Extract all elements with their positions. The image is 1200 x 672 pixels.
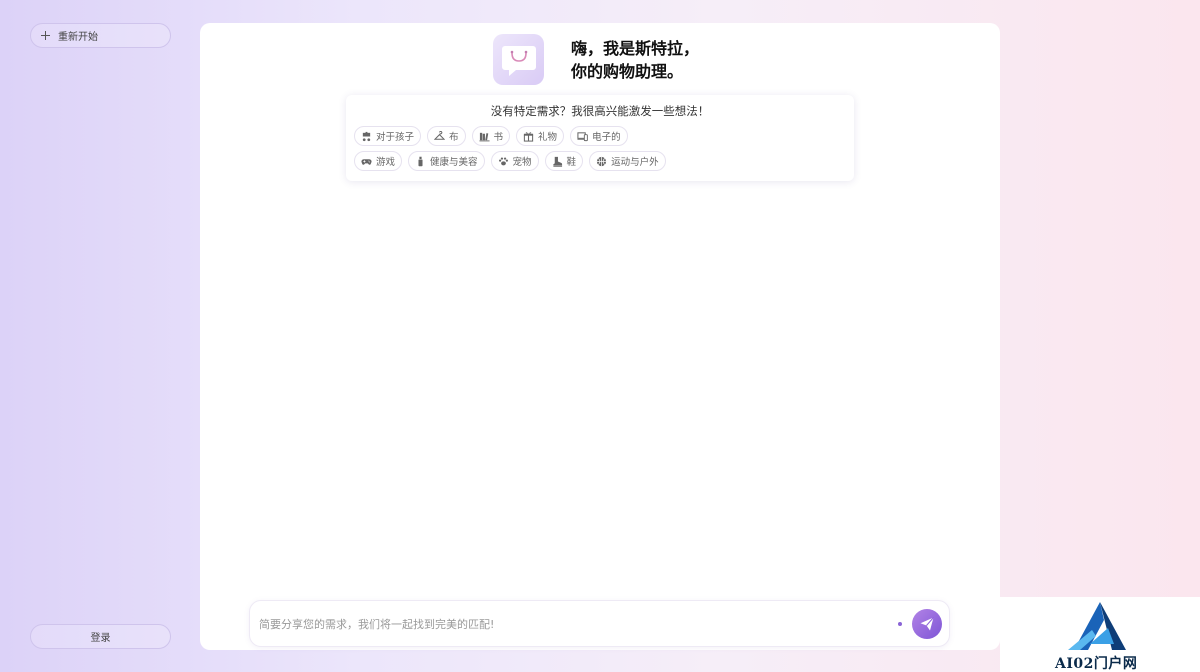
devices-icon [577, 131, 588, 141]
chip-label: 游戏 [376, 157, 396, 168]
chip-label: 对于孩子 [376, 132, 415, 143]
shopping-bag-chat-icon [501, 45, 536, 76]
chat-panel: 嗨，我是斯特拉， 你的购物助理。 没有特定需求？我很高兴能激发一些想法！ 对于孩… [200, 23, 1000, 650]
chip-health-beauty[interactable]: 健康与美容 [408, 151, 485, 171]
plus-icon [41, 31, 50, 40]
login-button[interactable]: 登录 [30, 624, 171, 649]
chip-cloth[interactable]: 布 [427, 126, 466, 146]
chip-shoes[interactable]: 鞋 [544, 151, 584, 171]
baby-carriage-icon [362, 131, 371, 141]
hanger-icon [434, 130, 446, 140]
chip-label: 鞋 [566, 157, 577, 168]
chip-label: 运动与户外 [611, 157, 659, 168]
paw-icon [498, 156, 508, 165]
greeting-line-1: 嗨，我是斯特拉， [571, 39, 700, 58]
chip-label: 健康与美容 [430, 157, 478, 168]
send-button[interactable] [912, 609, 942, 639]
suggestion-row-2: 游戏 健康与美容 宠物 鞋 运动与户外 [354, 151, 666, 171]
boot-icon [552, 156, 562, 167]
paper-plane-icon [920, 617, 934, 631]
greeting-line-2: 你的购物助理。 [571, 62, 684, 81]
status-dot [898, 622, 902, 626]
chip-gifts[interactable]: 礼物 [516, 126, 565, 146]
chip-label: 布 [449, 132, 459, 143]
chip-sports-outdoors[interactable]: 运动与户外 [589, 151, 666, 171]
chat-message-input[interactable] [259, 613, 879, 635]
assistant-logo [493, 34, 544, 85]
greeting-title: 嗨，我是斯特拉， 你的购物助理。 [571, 37, 699, 83]
chip-games[interactable]: 游戏 [354, 151, 403, 171]
chip-label: 礼物 [538, 132, 558, 143]
suggestion-card: 没有特定需求？我很高兴能激发一些想法！ 对于孩子 布 书 礼物 电子的 游戏 健… [346, 95, 854, 181]
suggestion-row-1: 对于孩子 布 书 礼物 电子的 [354, 126, 628, 146]
gamepad-icon [361, 158, 372, 165]
watermark: AI02门户网 [1000, 597, 1200, 672]
gift-icon [523, 131, 534, 142]
chip-electronics[interactable]: 电子的 [570, 126, 628, 146]
chip-kids[interactable]: 对于孩子 [354, 126, 422, 146]
suggestion-title: 没有特定需求？我很高兴能激发一些想法！ [490, 104, 710, 118]
watermark-text: AI02门户网 [1055, 656, 1138, 672]
chip-books[interactable]: 书 [471, 126, 511, 146]
chip-label: 宠物 [512, 157, 532, 168]
restart-button[interactable]: 重新开始 [30, 23, 171, 48]
basketball-icon [596, 156, 607, 166]
site-logo-icon [1068, 602, 1126, 650]
chip-pets[interactable]: 宠物 [490, 151, 539, 171]
book-icon [478, 132, 490, 141]
login-label: 登录 [90, 633, 111, 644]
chip-label: 电子的 [592, 132, 621, 143]
restart-label: 重新开始 [58, 32, 98, 43]
chip-label: 书 [493, 132, 504, 143]
chat-input-bar [249, 600, 950, 647]
bottle-icon [418, 156, 423, 166]
